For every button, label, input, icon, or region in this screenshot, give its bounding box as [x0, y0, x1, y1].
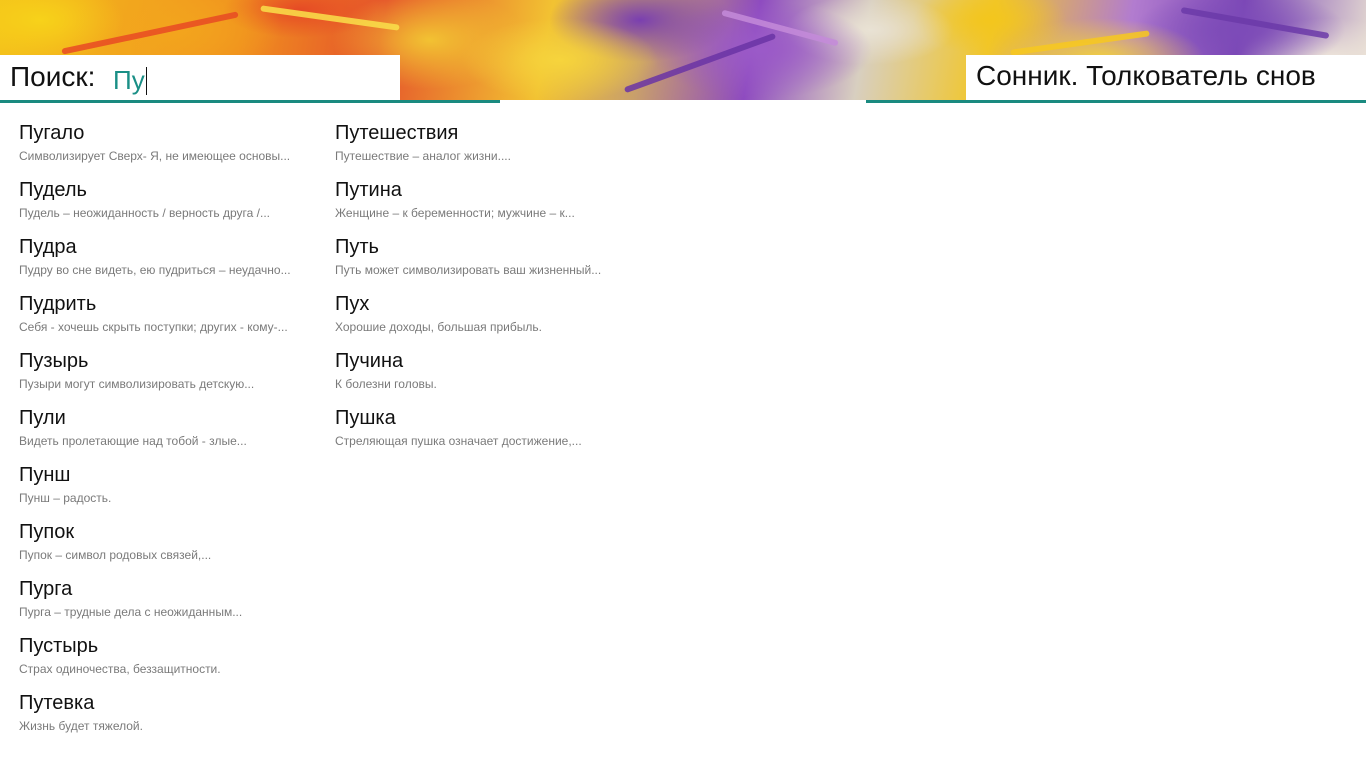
result-title: Пустырь — [19, 635, 99, 657]
result-description: Женщине – к беременности; мужчине – к... — [335, 206, 575, 220]
result-item[interactable]: Пурга Пурга – трудные дела с неожиданным.… — [19, 577, 335, 634]
app-title-box: Сонник. Толкователь снов — [966, 55, 1366, 100]
result-item[interactable]: Пунш Пунш – радость. — [19, 463, 335, 520]
result-title: Пупок — [19, 521, 75, 543]
result-title: Путевка — [19, 692, 95, 714]
result-item[interactable]: Путешествия Путешествие – аналог жизни...… — [335, 121, 651, 178]
result-title: Путешествия — [335, 122, 459, 144]
result-description: Пудель – неожиданность / верность друга … — [19, 206, 270, 220]
result-description: Путешествие – аналог жизни.... — [335, 149, 511, 163]
result-title: Путь — [335, 236, 379, 258]
result-title: Пучина — [335, 350, 404, 372]
dream-book-app: Поиск: Пу Сонник. Толкователь снов Пугал… — [0, 0, 1366, 768]
result-description: Видеть пролетающие над тобой - злые... — [19, 434, 247, 448]
search-underline — [0, 100, 500, 103]
search-results: Пугало Символизирует Сверх- Я, не имеющее… — [19, 121, 651, 748]
result-title: Пудель — [19, 179, 87, 201]
result-title: Путина — [335, 179, 402, 201]
result-description: Стреляющая пушка означает достижение,... — [335, 434, 582, 448]
title-underline — [866, 100, 1366, 103]
search-box[interactable]: Поиск: Пу — [0, 55, 400, 100]
result-item[interactable]: Пудрить Себя - хочешь скрыть поступки; др… — [19, 292, 335, 349]
result-item[interactable]: Пугало Символизирует Сверх- Я, не имеющее… — [19, 121, 335, 178]
result-title: Пули — [19, 407, 66, 429]
result-description: Хорошие доходы, большая прибыль. — [335, 320, 542, 334]
result-description: Пудру во сне видеть, ею пудриться – неуд… — [19, 263, 291, 277]
result-item[interactable]: Пули Видеть пролетающие над тобой - злые.… — [19, 406, 335, 463]
result-description: Жизнь будет тяжелой. — [19, 719, 143, 733]
result-description: Символизирует Сверх- Я, не имеющее основ… — [19, 149, 291, 163]
result-item[interactable]: Пучина К болезни головы. — [335, 349, 651, 406]
result-description: Себя - хочешь скрыть поступки; других - … — [19, 320, 288, 334]
text-caret — [145, 67, 147, 95]
search-label: Поиск: — [10, 61, 96, 92]
result-title: Пудра — [19, 236, 77, 258]
result-description: Пунш – радость. — [19, 491, 112, 505]
result-title: Пудрить — [19, 293, 97, 315]
result-description: Пурга – трудные дела с неожиданным... — [19, 605, 243, 619]
results-column-1: Пугало Символизирует Сверх- Я, не имеющее… — [19, 121, 335, 748]
result-title: Пугало — [19, 122, 85, 144]
app-title: Сонник. Толкователь снов — [976, 60, 1316, 91]
result-item[interactable]: Пудра Пудру во сне видеть, ею пудриться –… — [19, 235, 335, 292]
result-title: Пух — [335, 293, 370, 315]
result-item[interactable]: Пудель Пудель – неожиданность / верность … — [19, 178, 335, 235]
result-title: Пузырь — [19, 350, 89, 372]
result-description: Страх одиночества, беззащитности. — [19, 662, 221, 676]
result-item[interactable]: Путевка Жизнь будет тяжелой. — [19, 691, 335, 748]
result-item[interactable]: Пух Хорошие доходы, большая прибыль. — [335, 292, 651, 349]
result-description: Пупок – символ родовых связей,... — [19, 548, 212, 562]
result-title: Пунш — [19, 464, 71, 486]
result-title: Пушка — [335, 407, 396, 429]
result-description: К болезни головы. — [335, 377, 437, 391]
search-input[interactable]: Пу — [113, 65, 147, 96]
search-input-value: Пу — [113, 65, 145, 95]
results-column-2: Путешествия Путешествие – аналог жизни...… — [335, 121, 651, 748]
result-description: Пузыри могут символизировать детскую... — [19, 377, 255, 391]
result-item[interactable]: Путь Путь может символизировать ваш жизне… — [335, 235, 651, 292]
result-item[interactable]: Путина Женщине – к беременности; мужчине … — [335, 178, 651, 235]
result-item[interactable]: Пупок Пупок – символ родовых связей,... — [19, 520, 335, 577]
result-title: Пурга — [19, 578, 73, 600]
result-item[interactable]: Пушка Стреляющая пушка означает достижени… — [335, 406, 651, 463]
result-item[interactable]: Пустырь Страх одиночества, беззащитности. — [19, 634, 335, 691]
result-item[interactable]: Пузырь Пузыри могут символизировать детск… — [19, 349, 335, 406]
result-description: Путь может символизировать ваш жизненный… — [335, 263, 602, 277]
